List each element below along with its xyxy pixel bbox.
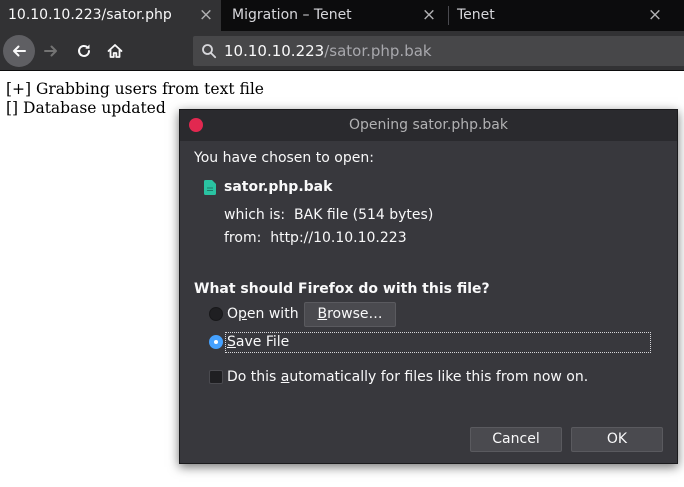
- forward-arrow-icon: [44, 45, 57, 57]
- save-file-label[interactable]: Save File: [227, 334, 289, 350]
- browse-label: rowse…: [327, 306, 383, 322]
- save-file-accel: S: [227, 334, 236, 350]
- tab-migration-tenet[interactable]: Migration – Tenet ×: [224, 0, 446, 31]
- home-button[interactable]: [101, 37, 129, 65]
- back-button[interactable]: [3, 35, 35, 67]
- tab-strip: 10.10.10.223/sator.php × Migration – Ten…: [0, 0, 684, 31]
- search-icon: [202, 44, 217, 59]
- open-with-label[interactable]: Open with: [227, 306, 299, 322]
- chosen-label: You have chosen to open:: [194, 150, 374, 166]
- from-value: http://10.10.10.223: [270, 230, 407, 246]
- navigation-toolbar: 10.10.10.223/sator.php.bak: [0, 31, 684, 71]
- reload-icon: [78, 44, 90, 57]
- url-bar[interactable]: 10.10.10.223/sator.php.bak: [193, 36, 684, 66]
- open-with-label-start: O: [227, 306, 239, 322]
- close-tab-icon[interactable]: ×: [647, 6, 663, 24]
- auto-action-label[interactable]: Do this automatically for files like thi…: [227, 369, 588, 385]
- home-icon: [107, 44, 123, 58]
- url-host: 10.10.10.223: [224, 42, 325, 60]
- from-label: from:: [224, 230, 262, 246]
- ok-button[interactable]: OK: [571, 427, 663, 452]
- file-type-line: which is: BAK file (514 bytes): [224, 207, 433, 223]
- file-type-value: BAK file (514 bytes): [294, 207, 434, 223]
- url-text: 10.10.10.223/sator.php.bak: [224, 42, 432, 60]
- open-with-accel: p: [238, 306, 247, 322]
- url-path: /sator.php.bak: [324, 42, 432, 60]
- open-with-label-end: en with: [246, 306, 299, 322]
- page-text-line: [] Database updated: [6, 99, 166, 117]
- tab-title: Tenet: [457, 7, 495, 23]
- file-name: sator.php.bak: [224, 179, 333, 195]
- auto-action-checkbox[interactable]: [209, 370, 223, 384]
- tab-sator-php[interactable]: 10.10.10.223/sator.php ×: [0, 0, 221, 31]
- browse-accel: B: [317, 306, 328, 322]
- close-tab-icon[interactable]: ×: [421, 6, 437, 24]
- dialog-titlebar: Opening sator.php.bak: [180, 110, 677, 141]
- save-file-label-end: ave File: [235, 334, 290, 350]
- tab-tenet[interactable]: Tenet ×: [449, 0, 684, 31]
- page-text-line: [+] Grabbing users from text file: [6, 80, 264, 98]
- back-arrow-icon: [13, 45, 26, 57]
- close-tab-icon[interactable]: ×: [198, 6, 214, 24]
- auto-label-end: utomatically for files like this from no…: [289, 369, 589, 385]
- reload-button[interactable]: [70, 37, 98, 65]
- dialog-title: Opening sator.php.bak: [348, 117, 508, 133]
- action-question: What should Firefox do with this file?: [194, 281, 490, 297]
- save-file-radio[interactable]: [209, 335, 223, 349]
- cancel-button[interactable]: Cancel: [470, 427, 562, 452]
- open-with-radio[interactable]: [209, 307, 223, 321]
- tab-title: Migration – Tenet: [232, 7, 352, 23]
- file-icon: [204, 180, 216, 195]
- tab-title: 10.10.10.223/sator.php: [8, 7, 172, 23]
- download-dialog: Opening sator.php.bak You have chosen to…: [179, 109, 678, 464]
- forward-button[interactable]: [37, 37, 65, 65]
- auto-label-start: Do this: [227, 369, 281, 385]
- file-source-line: from: http://10.10.10.223: [224, 230, 407, 246]
- browse-button[interactable]: Browse…: [304, 302, 396, 327]
- which-is-label: which is:: [224, 207, 286, 223]
